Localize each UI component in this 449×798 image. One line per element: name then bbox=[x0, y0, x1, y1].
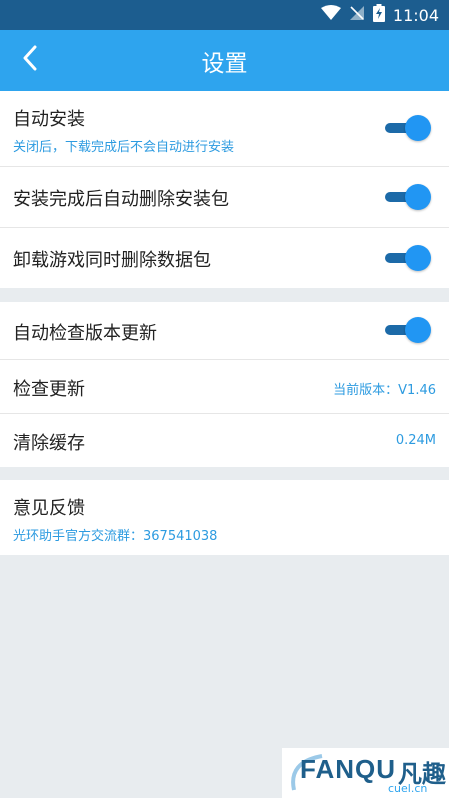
toggle-thumb bbox=[405, 184, 431, 210]
feedback-row[interactable]: 意见反馈 光环助手官方交流群：367541038 bbox=[0, 480, 449, 555]
page-title: 设置 bbox=[201, 50, 248, 77]
check-update-row[interactable]: 检查更新 当前版本：V1.46 bbox=[0, 360, 449, 414]
wifi-icon bbox=[320, 5, 341, 25]
auto-check-update-toggle[interactable] bbox=[385, 317, 431, 343]
settings-section-install: 自动安装 关闭后，下载完成后不会自动进行安装 安装完成后自动删除安装包 卸载游戏… bbox=[0, 91, 449, 288]
setting-subtitle: 关闭后，下载完成后不会自动进行安装 bbox=[13, 140, 235, 155]
auto-install-toggle[interactable] bbox=[385, 115, 431, 141]
setting-title: 检查更新 bbox=[13, 379, 85, 400]
settings-section-feedback: 意见反馈 光环助手官方交流群：367541038 bbox=[0, 480, 449, 555]
setting-row-auto-install: 自动安装 关闭后，下载完成后不会自动进行安装 bbox=[0, 91, 449, 167]
watermark-domain: cuel.cn bbox=[388, 782, 428, 795]
clear-cache-row[interactable]: 清除缓存 0.24M bbox=[0, 414, 449, 467]
status-time: 11:04 bbox=[392, 5, 439, 25]
setting-row-delete-on-uninstall: 卸载游戏同时删除数据包 bbox=[0, 228, 449, 288]
status-bar: 11:04 bbox=[0, 0, 449, 30]
no-signal-icon bbox=[349, 5, 365, 25]
setting-row-delete-after-install: 安装完成后自动删除安装包 bbox=[0, 167, 449, 228]
setting-row-auto-check-update: 自动检查版本更新 bbox=[0, 302, 449, 360]
setting-title: 意见反馈 bbox=[13, 498, 85, 519]
delete-on-uninstall-toggle[interactable] bbox=[385, 245, 431, 271]
setting-title: 安装完成后自动删除安装包 bbox=[13, 189, 229, 210]
setting-title: 卸载游戏同时删除数据包 bbox=[13, 250, 211, 271]
current-version-value: 当前版本：V1.46 bbox=[333, 383, 436, 398]
app-bar: 设置 bbox=[0, 30, 449, 91]
setting-subtitle: 光环助手官方交流群：367541038 bbox=[13, 529, 218, 544]
back-button[interactable] bbox=[10, 40, 50, 80]
toggle-thumb bbox=[405, 245, 431, 271]
status-icons: 11:04 bbox=[320, 0, 439, 30]
settings-section-update: 自动检查版本更新 检查更新 当前版本：V1.46 清除缓存 0.24M bbox=[0, 302, 449, 467]
cache-size-value: 0.24M bbox=[395, 433, 436, 448]
battery-charging-icon bbox=[372, 4, 385, 26]
setting-title: 清除缓存 bbox=[13, 433, 85, 454]
chevron-left-icon bbox=[21, 45, 39, 75]
watermark-text: FANQU bbox=[300, 754, 396, 784]
toggle-thumb bbox=[405, 317, 431, 343]
toggle-thumb bbox=[405, 115, 431, 141]
setting-title: 自动安装 bbox=[13, 109, 85, 130]
watermark-logo: FANQU 凡趣 cuel.cn bbox=[282, 748, 449, 798]
setting-title: 自动检查版本更新 bbox=[13, 323, 157, 344]
delete-after-install-toggle[interactable] bbox=[385, 184, 431, 210]
